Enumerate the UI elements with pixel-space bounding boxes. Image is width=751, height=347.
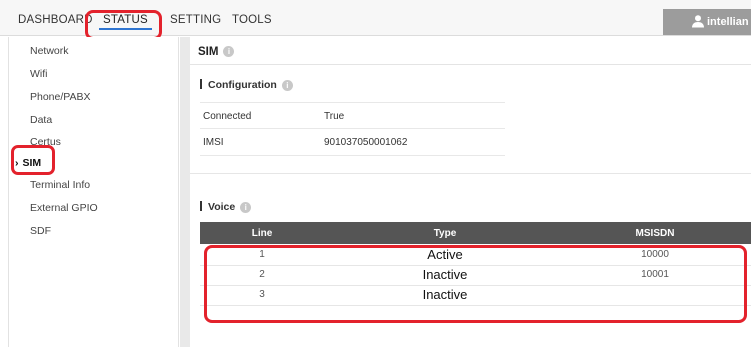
content-gutter (180, 37, 190, 347)
user-icon (692, 15, 704, 28)
sidebar-item-network[interactable]: Network (30, 45, 69, 57)
configuration-title-text: Configuration (208, 79, 277, 91)
config-key: IMSI (203, 137, 224, 148)
sidebar-item-terminal-info[interactable]: Terminal Info (30, 179, 90, 191)
info-icon[interactable]: i (223, 46, 235, 58)
voice-title-text: Voice (208, 201, 236, 213)
page-header: SIM i (190, 41, 751, 65)
sidebar-item-data[interactable]: Data (30, 114, 52, 126)
column-header-msisdn: MSISDN (635, 228, 675, 239)
info-icon[interactable]: i (281, 79, 293, 91)
user-menu[interactable]: intellian (663, 9, 751, 35)
table-row: IMSI 901037050001062 (200, 129, 505, 156)
configuration-table: Connected True IMSI 901037050001062 (200, 102, 505, 156)
sidebar-item-external-gpio[interactable]: External GPIO (30, 202, 98, 214)
sim-item-highlight (11, 145, 55, 175)
config-value: 901037050001062 (324, 137, 408, 148)
config-key: Connected (203, 111, 252, 122)
config-value: True (324, 111, 345, 122)
column-header-line: Line (251, 228, 273, 239)
tab-setting[interactable]: SETTING (170, 0, 221, 36)
sidebar-item-phone-pabx[interactable]: Phone/PABX (30, 91, 91, 103)
voice-section-title: Voice i (200, 201, 252, 213)
section-marker (200, 79, 202, 89)
column-header-type: Type (433, 228, 457, 239)
sidebar-item-sdf[interactable]: SDF (30, 225, 51, 237)
sidebar: Network Wifi Phone/PABX Data Certus › SIM… (8, 37, 179, 347)
info-icon[interactable]: i (240, 201, 252, 213)
section-divider (190, 173, 751, 174)
sidebar-item-wifi[interactable]: Wifi (30, 68, 48, 80)
table-header: Line Type MSISDN (200, 222, 751, 244)
configuration-section-title: Configuration i (200, 79, 293, 91)
voice-rows-highlight (204, 245, 747, 323)
page-title: SIM i (198, 46, 235, 58)
page-title-text: SIM (198, 46, 219, 58)
user-name: intellian (707, 16, 749, 28)
table-row: Connected True (200, 102, 505, 129)
tab-dashboard[interactable]: DASHBOARD (18, 0, 93, 36)
tab-tools[interactable]: TOOLS (232, 0, 272, 36)
status-tab-highlight (85, 10, 162, 40)
section-marker (200, 201, 202, 211)
